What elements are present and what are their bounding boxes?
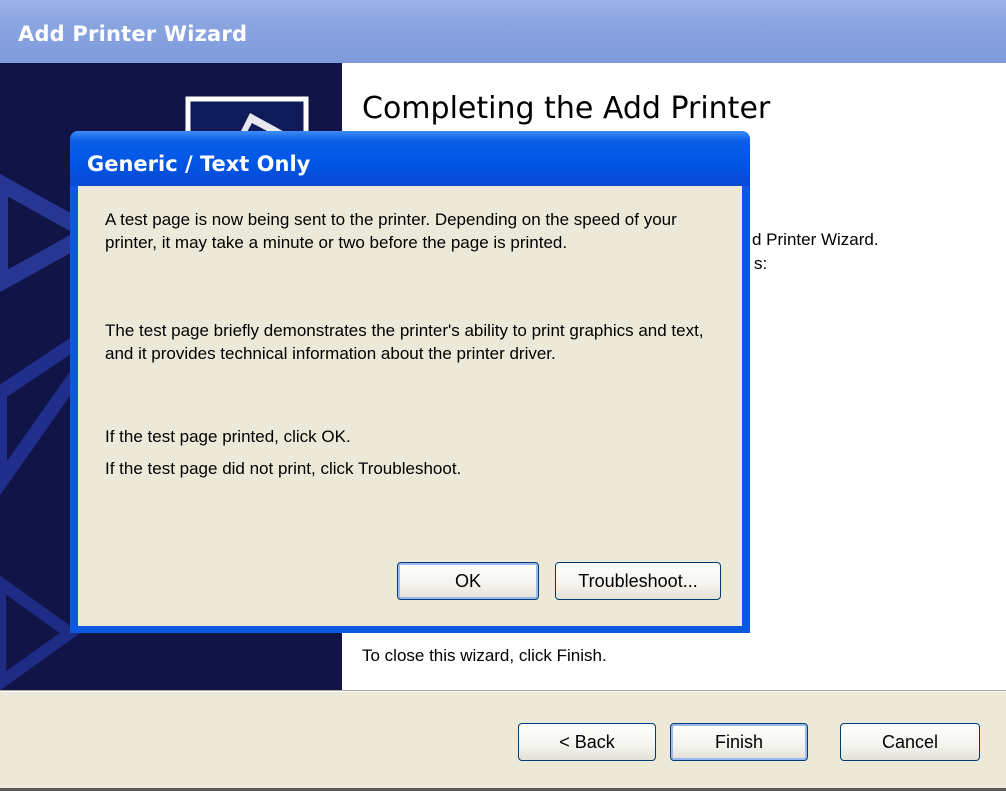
- wizard-close-instruction: To close this wizard, click Finish.: [362, 646, 607, 665]
- dialog-title-bar[interactable]: Generic / Text Only: [70, 131, 750, 186]
- dialog-title: Generic / Text Only: [87, 152, 311, 176]
- wizard-partial-text-1: d Printer Wizard.: [752, 230, 879, 249]
- wizard-separator: [0, 690, 1006, 692]
- dialog-message-sending: A test page is now being sent to the pri…: [105, 210, 677, 252]
- wizard-title-bar[interactable]: Add Printer Wizard: [0, 0, 1006, 63]
- ok-button[interactable]: OK: [397, 562, 539, 600]
- troubleshoot-button[interactable]: Troubleshoot...: [555, 562, 721, 600]
- finish-button[interactable]: Finish: [670, 723, 808, 761]
- wizard-partial-text-2: s:: [754, 254, 768, 273]
- back-button[interactable]: < Back: [518, 723, 656, 761]
- dialog-body: A test page is now being sent to the pri…: [78, 186, 742, 626]
- dialog-instruction-ok: If the test page printed, click OK.: [105, 427, 351, 446]
- wizard-title: Add Printer Wizard: [18, 22, 248, 46]
- dialog-instruction-troubleshoot: If the test page did not print, click Tr…: [105, 459, 462, 478]
- dialog-message-description: The test page briefly demonstrates the p…: [105, 321, 704, 363]
- wizard-heading: Completing the Add Printer: [362, 91, 771, 126]
- cancel-button[interactable]: Cancel: [840, 723, 980, 761]
- test-page-dialog: Generic / Text Only A test page is now b…: [70, 131, 750, 633]
